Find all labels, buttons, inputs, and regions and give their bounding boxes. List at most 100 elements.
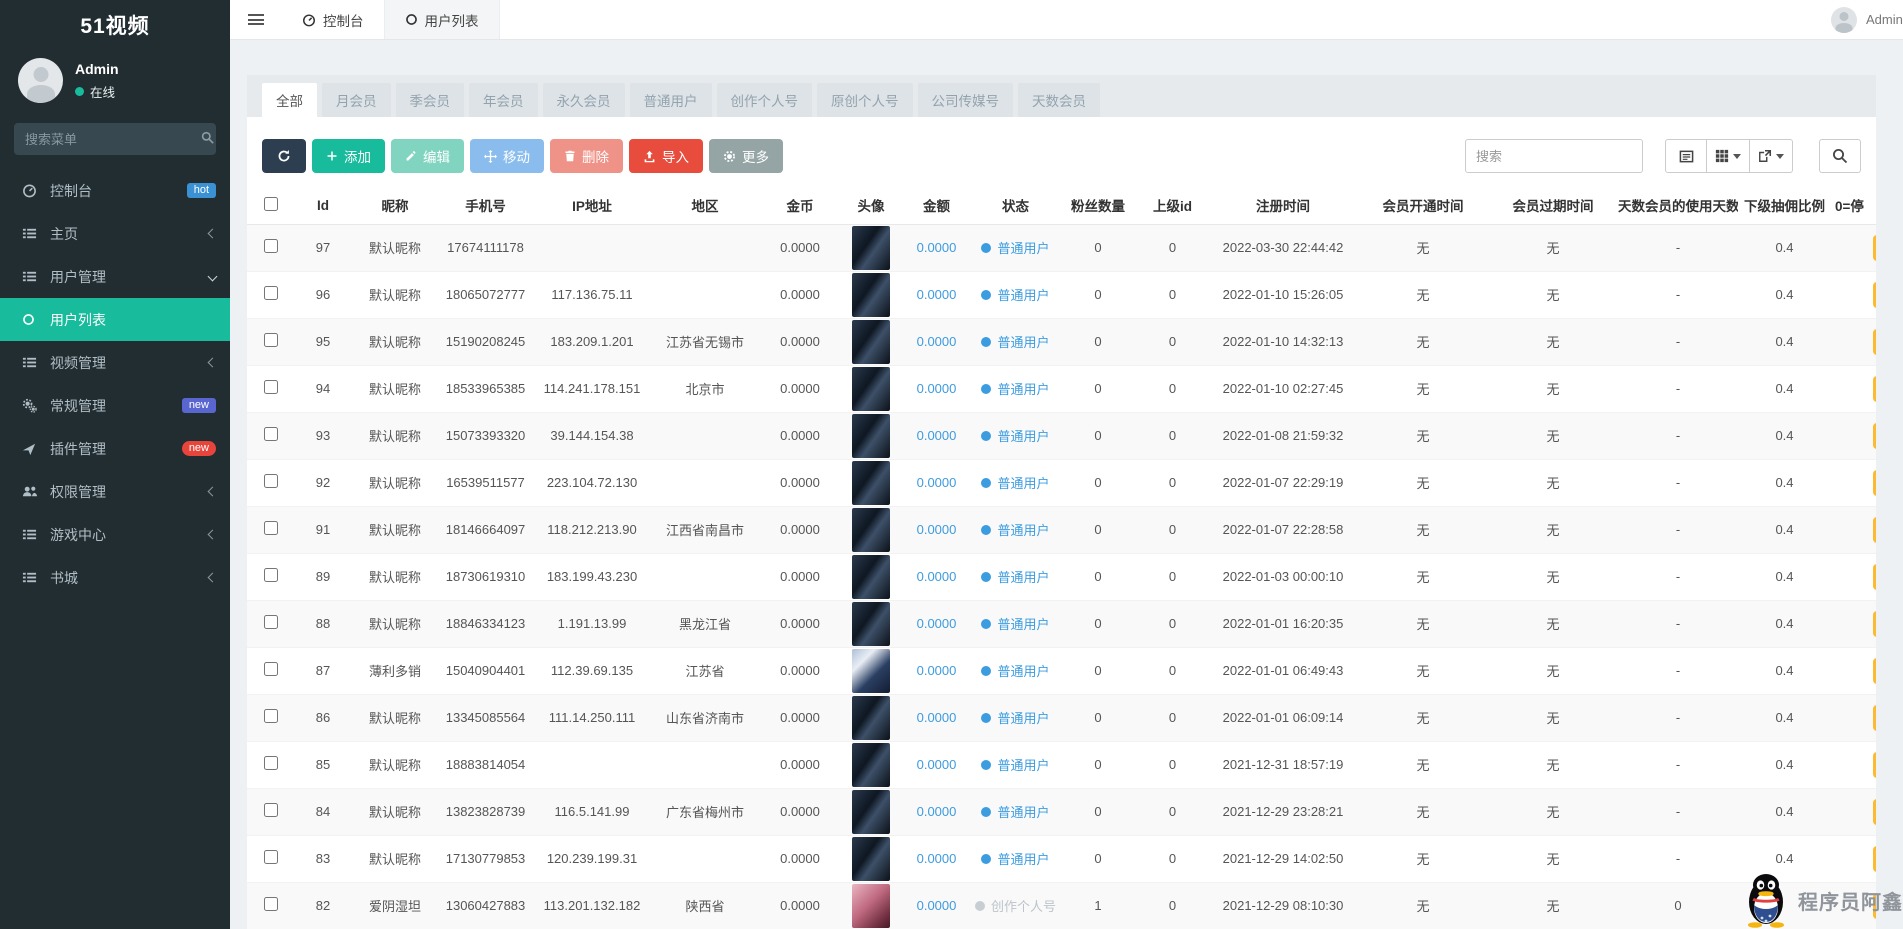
row-checkbox[interactable] [264,709,278,723]
cell-amount-link[interactable]: 0.0000 [917,287,957,302]
row-checkbox[interactable] [264,239,278,253]
row-checkbox[interactable] [264,286,278,300]
user-avatar-image[interactable] [852,555,890,599]
sidebar-item-label: 主页 [50,224,209,244]
filter-tab-创作个人号[interactable]: 创作个人号 [717,83,813,117]
status-toggle[interactable] [1873,705,1876,731]
cell-amount-link[interactable]: 0.0000 [917,757,957,772]
filter-tab-永久会员[interactable]: 永久会员 [543,83,625,117]
user-avatar-image[interactable] [852,226,890,270]
import-button[interactable]: 导入 [629,139,703,173]
sidebar-item-用户管理[interactable]: 用户管理 [0,255,230,298]
status-toggle[interactable] [1873,376,1876,402]
sidebar-item-书城[interactable]: 书城 [0,556,230,599]
cell-amount-link[interactable]: 0.0000 [917,804,957,819]
sidebar-item-常规管理[interactable]: 常规管理new [0,384,230,427]
filter-tab-年会员[interactable]: 年会员 [469,83,538,117]
filter-tab-季会员[interactable]: 季会员 [396,83,465,117]
user-avatar-image[interactable] [852,273,890,317]
user-avatar-image[interactable] [852,602,890,646]
status-toggle[interactable] [1873,423,1876,449]
sidebar-item-插件管理[interactable]: 插件管理new [0,427,230,470]
edit-button[interactable]: 编辑 [391,139,464,173]
filter-tab-公司传媒号[interactable]: 公司传媒号 [918,83,1014,117]
search-button[interactable] [1819,139,1861,173]
row-checkbox[interactable] [264,380,278,394]
cell-amount-link[interactable]: 0.0000 [917,663,957,678]
row-checkbox[interactable] [264,756,278,770]
cell-amount-link[interactable]: 0.0000 [917,522,957,537]
row-checkbox[interactable] [264,803,278,817]
sidebar-item-游戏中心[interactable]: 游戏中心 [0,513,230,556]
admin-avatar[interactable] [1831,7,1857,33]
user-avatar-image[interactable] [852,414,890,458]
status-toggle[interactable] [1873,611,1876,637]
more-button[interactable]: 更多 [709,139,783,173]
filter-tab-全部[interactable]: 全部 [262,83,317,117]
grid-view-button[interactable] [1707,139,1750,173]
user-avatar-image[interactable] [852,320,890,364]
sidebar-item-权限管理[interactable]: 权限管理 [0,470,230,513]
row-checkbox[interactable] [264,568,278,582]
topbar-tab-console[interactable]: 控制台 [282,0,384,39]
cell-amount-link[interactable]: 0.0000 [917,475,957,490]
status-toggle[interactable] [1873,235,1876,261]
status-toggle[interactable] [1873,517,1876,543]
move-button[interactable]: 移动 [470,139,544,173]
user-avatar-image[interactable] [852,508,890,552]
table-search-input[interactable] [1465,139,1643,173]
row-checkbox[interactable] [264,427,278,441]
row-checkbox[interactable] [264,615,278,629]
user-avatar-image[interactable] [852,649,890,693]
cell-amount-link[interactable]: 0.0000 [917,898,957,913]
status-toggle[interactable] [1873,470,1876,496]
row-checkbox[interactable] [264,333,278,347]
filter-tab-普通用户[interactable]: 普通用户 [630,83,712,117]
cell-amount-link[interactable]: 0.0000 [917,240,957,255]
sidebar-item-视频管理[interactable]: 视频管理 [0,341,230,384]
user-avatar-image[interactable] [852,696,890,740]
status-toggle[interactable] [1873,658,1876,684]
select-all-checkbox[interactable] [264,197,278,211]
cell-amount-link[interactable]: 0.0000 [917,710,957,725]
row-checkbox[interactable] [264,850,278,864]
detail-view-button[interactable] [1665,139,1707,173]
hamburger-menu-icon[interactable] [230,0,282,39]
status-toggle[interactable] [1873,564,1876,590]
cell-amount-link[interactable]: 0.0000 [917,381,957,396]
cell-reg-time: 2022-01-01 06:09:14 [1208,694,1358,741]
user-avatar-image[interactable] [852,837,890,881]
cell-amount-link[interactable]: 0.0000 [917,569,957,584]
user-avatar-image[interactable] [852,743,890,787]
sidebar-item-主页[interactable]: 主页 [0,212,230,255]
sidebar-search-input[interactable] [25,132,201,147]
rocket-icon [22,442,46,456]
cell-amount-link[interactable]: 0.0000 [917,616,957,631]
sidebar-item-控制台[interactable]: 控制台hot [0,169,230,212]
row-checkbox[interactable] [264,662,278,676]
status-toggle[interactable] [1873,799,1876,825]
filter-tab-天数会员[interactable]: 天数会员 [1018,83,1100,117]
delete-button[interactable]: 删除 [550,139,623,173]
cell-amount-link[interactable]: 0.0000 [917,334,957,349]
cell-amount-link[interactable]: 0.0000 [917,428,957,443]
status-toggle[interactable] [1873,752,1876,778]
sidebar-item-用户列表[interactable]: 用户列表 [0,298,230,341]
user-avatar-image[interactable] [852,367,890,411]
cell-amount-link[interactable]: 0.0000 [917,851,957,866]
user-avatar-image[interactable] [852,461,890,505]
status-toggle[interactable] [1873,329,1876,355]
add-button[interactable]: 添加 [312,139,385,173]
filter-tab-原创个人号[interactable]: 原创个人号 [817,83,913,117]
status-toggle[interactable] [1873,846,1876,872]
refresh-button[interactable] [262,139,306,173]
filter-tab-月会员[interactable]: 月会员 [322,83,391,117]
row-checkbox[interactable] [264,474,278,488]
row-checkbox[interactable] [264,897,278,911]
user-avatar-image[interactable] [852,884,890,928]
user-avatar-image[interactable] [852,790,890,834]
row-checkbox[interactable] [264,521,278,535]
topbar-tab-userlist[interactable]: 用户列表 [384,0,500,39]
export-button[interactable] [1750,139,1793,173]
status-toggle[interactable] [1873,282,1876,308]
